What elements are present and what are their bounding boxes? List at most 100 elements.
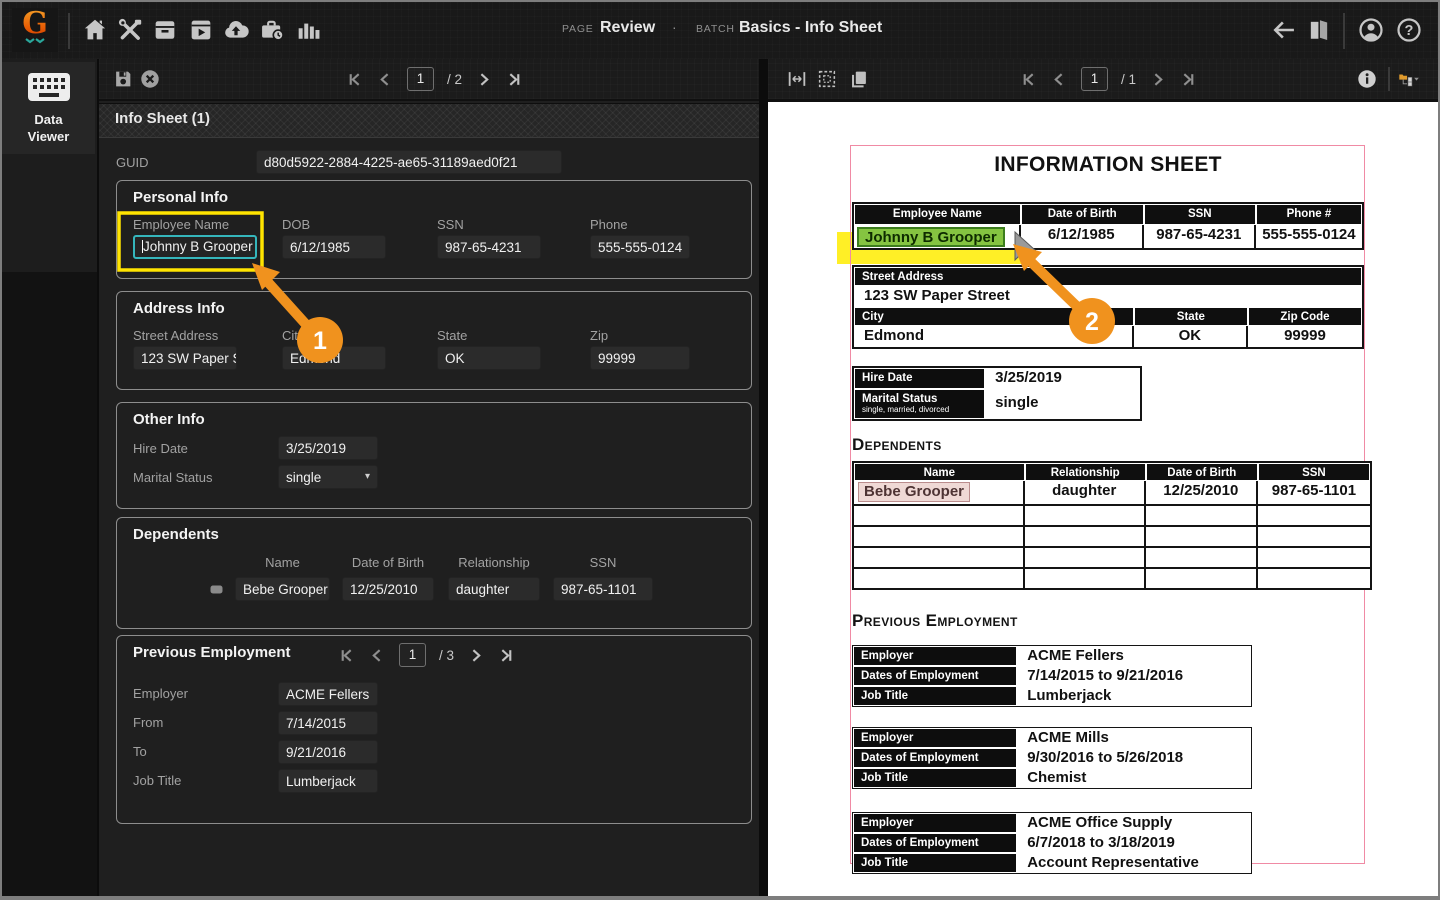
doc-dep-header-dob: Date of Birth bbox=[1146, 463, 1258, 481]
doc-cell-marital: single bbox=[985, 389, 1140, 419]
dependent-ssn-input[interactable]: 987-65-1101 bbox=[553, 577, 653, 601]
dependent-dob-input[interactable]: 12/25/2010 bbox=[342, 577, 434, 601]
exit-icon[interactable] bbox=[1305, 16, 1333, 44]
last-page-icon[interactable] bbox=[505, 71, 522, 88]
sidebar-empty-area bbox=[2, 272, 97, 900]
section-title: Other Info bbox=[133, 411, 205, 428]
keyboard-icon bbox=[27, 72, 71, 102]
guid-value[interactable]: d80d5922-2884-4225-ae65-31189aed0f21 bbox=[256, 150, 562, 174]
last-page-icon[interactable] bbox=[1179, 71, 1196, 88]
street-input[interactable]: 123 SW Paper Street bbox=[133, 346, 237, 370]
document-page: INFORMATION SHEET Employee Name Date of … bbox=[850, 145, 1365, 864]
to-label: To bbox=[133, 744, 147, 759]
doc-header-employee-name: Employee Name bbox=[854, 204, 1021, 225]
next-page-icon[interactable] bbox=[1149, 71, 1166, 88]
select-region-icon[interactable] bbox=[816, 68, 838, 90]
doc-emp-value: 9/30/2016 to 5/26/2018 bbox=[1017, 748, 1251, 768]
batch-process-icon[interactable] bbox=[187, 16, 215, 44]
doc-emp-value: ACME Office Supply bbox=[1017, 813, 1251, 833]
last-page-icon[interactable] bbox=[497, 647, 514, 664]
document-viewer[interactable]: INFORMATION SHEET Employee Name Date of … bbox=[768, 102, 1440, 898]
help-icon[interactable]: ? bbox=[1395, 16, 1423, 44]
prev-page-icon[interactable] bbox=[377, 71, 394, 88]
page-count: / 3 bbox=[439, 648, 454, 663]
doc-employment-heading: Previous Employment bbox=[852, 611, 1018, 631]
dependent-name-input[interactable]: Bebe Grooper bbox=[235, 577, 330, 601]
doc-emp-value: ACME Fellers bbox=[1017, 646, 1251, 666]
cancel-icon[interactable] bbox=[139, 68, 161, 90]
job-title-input[interactable]: Lumberjack bbox=[278, 769, 378, 793]
page-number-input[interactable]: 1 bbox=[407, 67, 434, 91]
employment-pager: 1 / 3 bbox=[339, 643, 514, 667]
chevron-down-icon: ▾ bbox=[365, 466, 370, 488]
section-title: Personal Info bbox=[133, 189, 228, 206]
prev-page-icon[interactable] bbox=[369, 647, 386, 664]
city-input[interactable]: Edmond bbox=[282, 346, 386, 370]
hire-date-input[interactable]: 3/25/2019 bbox=[278, 436, 378, 460]
doc-personal-table: Employee Name Date of Birth SSN Phone # … bbox=[852, 202, 1364, 250]
col-header-name: Name bbox=[235, 555, 330, 570]
stats-icon[interactable] bbox=[294, 16, 322, 44]
sidebar-item-label-line1: Data bbox=[34, 112, 62, 127]
pages-icon[interactable] bbox=[848, 68, 870, 90]
doc-emp-label: Dates of Employment bbox=[853, 666, 1017, 686]
dob-input[interactable]: 6/12/1985 bbox=[282, 235, 386, 259]
page-number-input[interactable]: 1 bbox=[399, 643, 426, 667]
phone-label: Phone bbox=[590, 217, 628, 232]
separator-dot: · bbox=[672, 19, 677, 35]
info-icon[interactable] bbox=[1356, 68, 1378, 90]
user-icon[interactable] bbox=[1357, 16, 1385, 44]
employee-name-input[interactable]: Johnny B Grooper bbox=[133, 235, 257, 259]
marital-status-label: Marital Status bbox=[133, 470, 212, 485]
ssn-input[interactable]: 987-65-4231 bbox=[437, 235, 541, 259]
doc-emp-label: Job Title bbox=[853, 853, 1017, 873]
zip-input[interactable]: 99999 bbox=[590, 346, 690, 370]
doc-emp-label: Job Title bbox=[853, 768, 1017, 788]
ssn-label: SSN bbox=[437, 217, 464, 232]
doc-dep-header-name: Name bbox=[854, 463, 1025, 481]
state-input[interactable]: OK bbox=[437, 346, 541, 370]
data-viewer-panel: 1 / 2 Info Sheet (1) GUID d80d5922-2884-… bbox=[99, 59, 759, 900]
first-page-icon[interactable] bbox=[1021, 71, 1038, 88]
employer-input[interactable]: ACME Fellers bbox=[278, 682, 378, 706]
doc-cell-zip: 99999 bbox=[1248, 326, 1362, 347]
batches-icon[interactable] bbox=[151, 16, 179, 44]
doc-dep-header-relationship: Relationship bbox=[1025, 463, 1146, 481]
from-label: From bbox=[133, 715, 163, 730]
doc-emp-value: ACME Mills bbox=[1017, 728, 1251, 748]
col-header-relationship: Relationship bbox=[448, 555, 540, 570]
marital-status-select[interactable]: ▾ single bbox=[278, 465, 378, 489]
next-page-icon[interactable] bbox=[475, 71, 492, 88]
first-page-icon[interactable] bbox=[347, 71, 364, 88]
row-selector-icon[interactable] bbox=[210, 585, 223, 594]
employer-label: Employer bbox=[133, 686, 188, 701]
dependent-relationship-input[interactable]: daughter bbox=[448, 577, 540, 601]
doc-dep-cell-name: Bebe Grooper bbox=[854, 481, 1025, 504]
phone-input[interactable]: 555-555-0124 bbox=[590, 235, 690, 259]
doc-emp-label: Employer bbox=[853, 813, 1017, 833]
fit-width-icon[interactable] bbox=[786, 68, 808, 90]
back-arrow-icon[interactable] bbox=[1270, 16, 1298, 44]
sidebar-item-data-viewer[interactable]: Data Viewer bbox=[2, 62, 95, 154]
next-page-icon[interactable] bbox=[467, 647, 484, 664]
doc-header-marital: Marital Status single, married, divorced bbox=[854, 389, 985, 419]
import-icon[interactable] bbox=[222, 16, 250, 44]
from-input[interactable]: 7/14/2015 bbox=[278, 711, 378, 735]
sidebar-item-label-line2: Viewer bbox=[28, 129, 70, 144]
tools-icon[interactable] bbox=[116, 16, 144, 44]
doc-emp-label: Employer bbox=[853, 646, 1017, 666]
page-number-input[interactable]: 1 bbox=[1081, 67, 1108, 91]
form-header-title: Info Sheet (1) bbox=[115, 110, 759, 127]
job-title-label: Job Title bbox=[133, 773, 181, 788]
save-icon[interactable] bbox=[112, 68, 134, 90]
first-page-icon[interactable] bbox=[339, 647, 356, 664]
grooper-logo[interactable]: G bbox=[12, 8, 58, 52]
home-icon[interactable] bbox=[81, 16, 109, 44]
jobs-icon[interactable] bbox=[258, 16, 286, 44]
page-label: PAGE bbox=[562, 23, 594, 35]
doc-dep-cell-relationship: daughter bbox=[1025, 481, 1146, 504]
to-input[interactable]: 9/21/2016 bbox=[278, 740, 378, 764]
form-pager: 1 / 2 bbox=[347, 67, 522, 91]
view-options-icon[interactable] bbox=[1398, 68, 1432, 90]
prev-page-icon[interactable] bbox=[1051, 71, 1068, 88]
